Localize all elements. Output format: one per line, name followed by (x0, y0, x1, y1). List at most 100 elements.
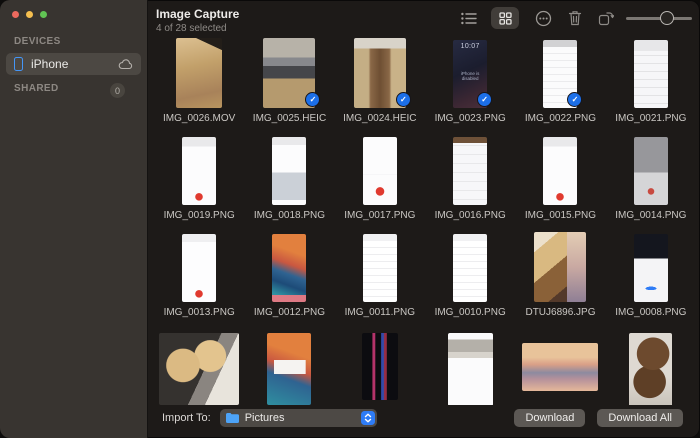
photo-filename: IMG_0017.PNG (344, 210, 415, 221)
photo-item[interactable] (244, 329, 334, 405)
photo-filename: IMG_0011.PNG (345, 307, 415, 318)
thumbnail-wrap (606, 135, 696, 205)
thumbnail-wrap (425, 329, 515, 405)
footer-bar: Import To: Pictures Download Download Al… (148, 405, 700, 438)
selected-checkmark-icon: ✓ (477, 92, 492, 107)
folder-icon (226, 413, 239, 423)
thumbnail-wrap (154, 38, 244, 108)
thumbnail-wrap (425, 232, 515, 302)
photo-filename: IMG_0019.PNG (164, 210, 235, 221)
photo-item[interactable]: ✓ IMG_0025.HEIC (244, 38, 334, 135)
photo-thumbnail: ✓ (263, 38, 315, 108)
selected-checkmark-icon: ✓ (567, 92, 582, 107)
thumbnail-wrap (154, 232, 244, 302)
thumbnail-wrap (335, 329, 425, 405)
photo-item[interactable] (154, 329, 244, 405)
slider-knob[interactable] (660, 11, 674, 25)
minimize-button[interactable] (26, 11, 33, 18)
photo-item[interactable]: IMG_0016.PNG (425, 135, 515, 232)
device-label: iPhone (31, 57, 110, 71)
download-all-button[interactable]: Download All (597, 409, 683, 427)
close-button[interactable] (12, 11, 19, 18)
photo-item[interactable]: IMG_0017.PNG (335, 135, 425, 232)
photo-thumbnail: 10:07iPhone is disabled✓ (453, 40, 487, 108)
photo-filename: IMG_0014.PNG (615, 210, 686, 221)
photo-item[interactable]: ✓ IMG_0022.PNG (515, 38, 605, 135)
photo-filename: IMG_0018.PNG (254, 210, 325, 221)
photo-item[interactable]: IMG_0013.PNG (154, 232, 244, 329)
photo-thumbnail: ✓ (543, 40, 577, 108)
import-to-label: Import To: (162, 412, 211, 424)
trash-icon[interactable] (568, 10, 582, 26)
list-view-icon[interactable] (461, 12, 477, 25)
destination-label: Pictures (245, 412, 361, 424)
selected-checkmark-icon: ✓ (305, 92, 320, 107)
thumbnail-wrap: ✓ (244, 38, 334, 108)
thumbnail-wrap (335, 135, 425, 205)
photo-filename: DTUJ6896.JPG (525, 307, 595, 318)
shared-count-badge: 0 (110, 83, 125, 98)
content-header: Image Capture 4 of 28 selected (148, 0, 700, 36)
iphone-icon (14, 57, 23, 71)
photo-item[interactable] (335, 329, 425, 405)
zoom-button[interactable] (40, 11, 47, 18)
import-destination-select[interactable]: Pictures (220, 409, 377, 427)
photo-filename: IMG_0024.HEIC (343, 113, 416, 124)
more-options-icon[interactable] (535, 10, 552, 27)
thumbnail-wrap (515, 135, 605, 205)
thumbnail-zoom-slider[interactable] (626, 7, 692, 29)
photo-item[interactable]: DTUJ6896.JPG (515, 232, 605, 329)
slider-track[interactable] (626, 17, 692, 20)
cloud-icon[interactable] (118, 59, 133, 70)
photo-grid: IMG_0026.MOV ✓ IMG_0025.HEIC ✓ IMG_0024.… (148, 36, 700, 405)
photo-filename: IMG_0025.HEIC (253, 113, 326, 124)
photo-thumbnail (522, 343, 598, 391)
photo-thumbnail (267, 333, 311, 405)
photo-filename: IMG_0012.PNG (254, 307, 325, 318)
photo-item[interactable]: IMG_0012.PNG (244, 232, 334, 329)
photo-thumbnail (543, 137, 577, 205)
photo-item[interactable]: IMG_0008.PNG (606, 232, 696, 329)
photo-item[interactable]: IMG_0014.PNG (606, 135, 696, 232)
thumbnail-wrap (515, 329, 605, 405)
sidebar: DEVICES iPhone SHARED 0 (0, 0, 148, 438)
shared-section-header[interactable]: SHARED (0, 83, 73, 98)
toolbar (461, 7, 692, 29)
photo-item[interactable] (425, 329, 515, 405)
devices-section-header: DEVICES (0, 30, 147, 51)
photo-thumbnail (453, 234, 487, 302)
thumbnail-wrap (335, 232, 425, 302)
photo-thumbnail (634, 40, 668, 108)
grid-view-button-active[interactable] (491, 7, 519, 29)
photo-item[interactable] (606, 329, 696, 405)
photo-thumbnail (176, 38, 222, 108)
photo-thumbnail (363, 137, 397, 205)
photo-item[interactable]: 10:07iPhone is disabled✓ IMG_0023.PNG (425, 38, 515, 135)
photo-filename: IMG_0023.PNG (435, 113, 506, 124)
photo-item[interactable]: IMG_0018.PNG (244, 135, 334, 232)
photo-thumbnail (534, 232, 586, 302)
photo-thumbnail (272, 234, 306, 302)
photo-item[interactable]: IMG_0011.PNG (335, 232, 425, 329)
rotate-icon[interactable] (598, 11, 614, 26)
thumbnail-wrap (244, 329, 334, 405)
photo-item[interactable]: IMG_0010.PNG (425, 232, 515, 329)
thumbnail-wrap (244, 232, 334, 302)
photo-filename: IMG_0026.MOV (163, 113, 235, 124)
sidebar-item-iphone[interactable]: iPhone (6, 53, 141, 75)
photo-item[interactable]: IMG_0015.PNG (515, 135, 605, 232)
photo-item[interactable]: IMG_0026.MOV (154, 38, 244, 135)
photo-item[interactable] (515, 329, 605, 405)
photo-thumbnail (182, 137, 216, 205)
photo-thumbnail (634, 137, 668, 205)
photo-filename: IMG_0008.PNG (615, 307, 686, 318)
photo-item[interactable]: ✓ IMG_0024.HEIC (335, 38, 425, 135)
photo-item[interactable]: IMG_0019.PNG (154, 135, 244, 232)
traffic-lights (12, 11, 47, 18)
download-button[interactable]: Download (514, 409, 585, 427)
thumbnail-wrap (154, 329, 244, 405)
lockscreen-time: 10:07 (453, 43, 487, 50)
thumbnail-wrap: ✓ (515, 38, 605, 108)
photo-thumbnail (272, 137, 306, 205)
photo-item[interactable]: IMG_0021.PNG (606, 38, 696, 135)
